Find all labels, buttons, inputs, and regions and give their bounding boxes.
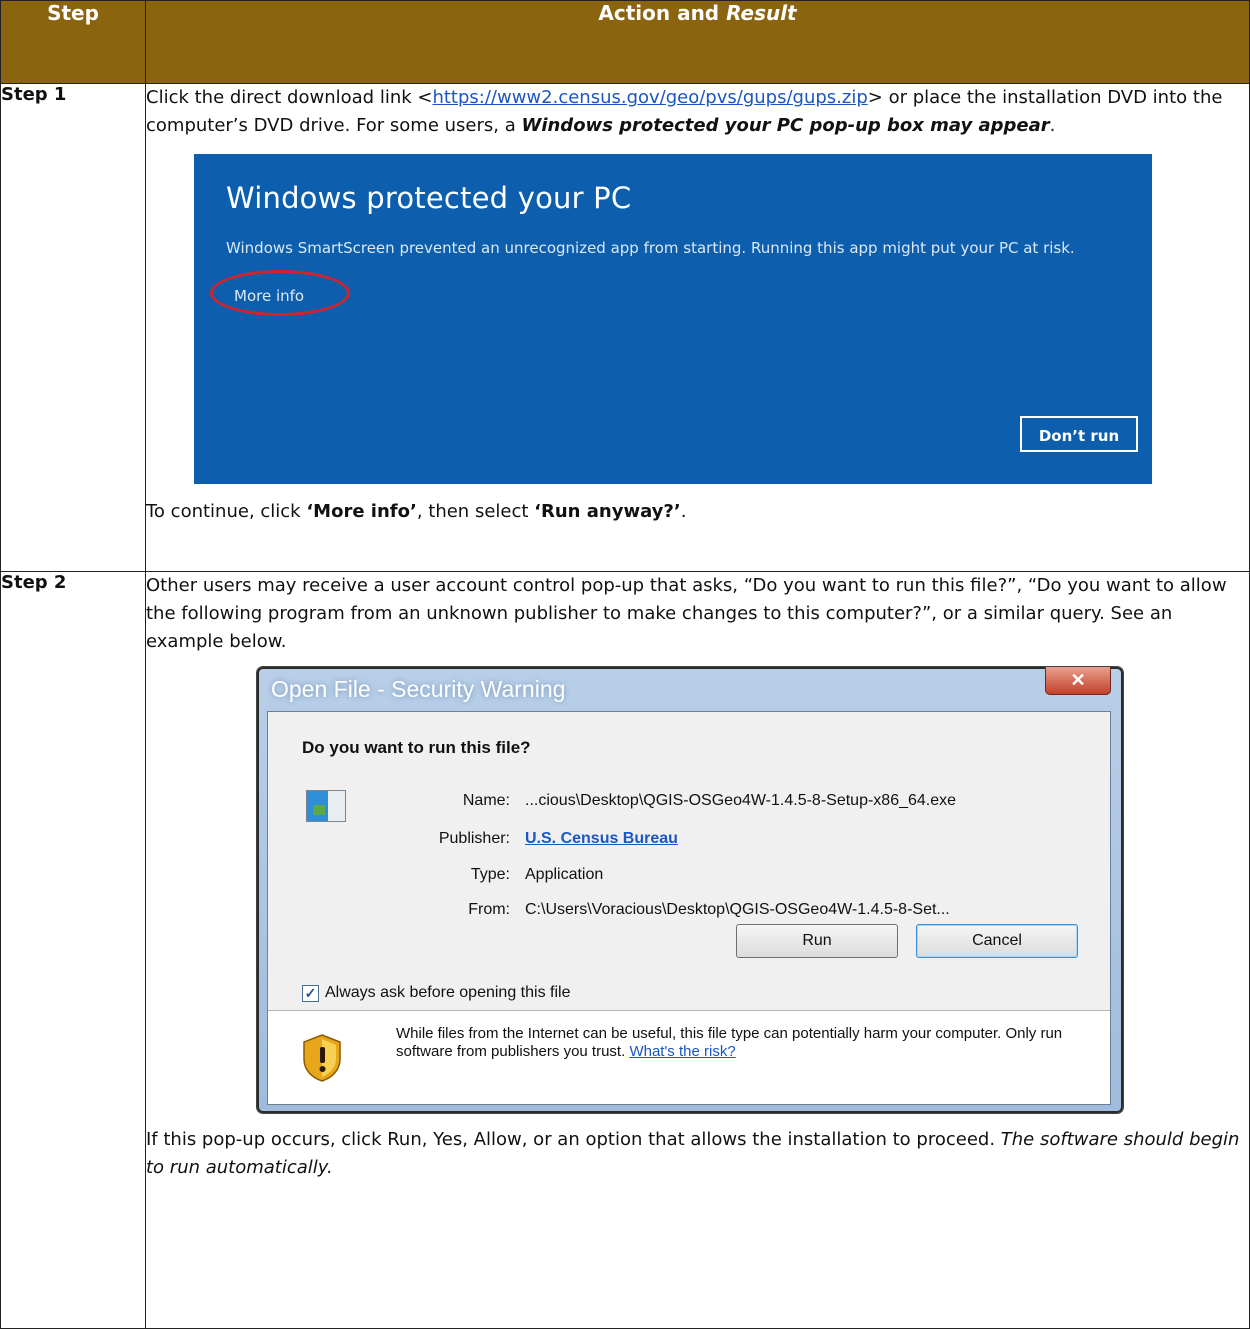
always-ask-label: Always ask before opening this file (325, 984, 571, 1001)
field-type-label: Type: (470, 866, 510, 883)
smartscreen-dialog: Windows protected your PC Windows SmartS… (194, 154, 1152, 484)
header-action: Action and Result (145, 0, 1250, 84)
header-step: Step (0, 0, 146, 84)
header-action-italic: Result (726, 1, 797, 25)
close-icon[interactable]: ✕ (1045, 667, 1111, 695)
field-type-value: Application (525, 866, 604, 883)
continue-text-a: To continue, click (146, 501, 307, 522)
step1-text-c: . (1049, 115, 1056, 136)
step1-action: Click the direct download link <https://… (145, 83, 1250, 572)
smartscreen-message: Windows SmartScreen prevented an unrecog… (226, 239, 1075, 257)
security-warning-title: Open File - Security Warning (271, 676, 566, 702)
security-warning-body: Do you want to run this file? Name: ...c… (267, 711, 1111, 1105)
warning-area: While files from the Internet can be use… (268, 1011, 1110, 1104)
field-from-label: From: (468, 901, 510, 918)
header-row: Step Action and Result (0, 0, 1250, 84)
step1-paragraph: Click the direct download link <https://… (146, 84, 1249, 140)
step2-action: Other users may receive a user account c… (145, 571, 1250, 1329)
step1-emphasis: Windows protected your PC pop-up box may… (521, 115, 1050, 136)
continue-run-anyway: ‘Run anyway?’ (534, 501, 681, 522)
header-action-text: Action and (598, 1, 727, 25)
step2-row: Step 2 Other users may receive a user ac… (0, 571, 1250, 1329)
more-info-link[interactable]: More info (234, 282, 304, 310)
step1-continue: To continue, click ‘More info’, then sel… (146, 498, 1249, 526)
run-button[interactable]: Run (736, 924, 898, 958)
shield-warning-icon (303, 1034, 341, 1082)
whats-the-risk-link[interactable]: What's the risk? (629, 1043, 735, 1060)
step1-label: Step 1 (0, 83, 146, 572)
step2-paragraph: Other users may receive a user account c… (146, 575, 1227, 652)
security-warning-dialog: Open File - Security Warning ✕ Do you wa… (256, 666, 1124, 1114)
continue-text-c: . (680, 501, 687, 522)
step1-text-a: Click the direct download link < (146, 87, 433, 108)
security-question: Do you want to run this file? (302, 738, 531, 757)
download-link[interactable]: https://www2.census.gov/geo/pvs/gups/gup… (432, 87, 867, 108)
field-name-value: ...cious\Desktop\QGIS-OSGeo4W-1.4.5-8-Se… (525, 792, 957, 809)
steps-table: Step Action and Result Step 1 Click the … (0, 0, 1250, 1329)
step2-label: Step 2 (0, 571, 146, 1329)
continue-more-info: ‘More info’ (306, 501, 417, 522)
field-name-label: Name: (462, 792, 510, 809)
field-publisher-label: Publisher: (438, 830, 510, 847)
cancel-button[interactable]: Cancel (916, 924, 1078, 958)
publisher-link[interactable]: U.S. Census Bureau (525, 825, 678, 853)
continue-text-b: , then select (416, 501, 535, 522)
checkbox-checked-icon[interactable]: ✓ (302, 984, 319, 1002)
field-from-value: C:\Users\Voracious\Desktop\QGIS-OSGeo4W-… (525, 901, 950, 918)
always-ask-checkbox-row[interactable]: ✓ Always ask before opening this file (302, 979, 570, 1007)
dont-run-button[interactable]: Don’t run (1020, 416, 1138, 452)
followup-text: If this pop-up occurs, click Run, Yes, A… (146, 1129, 1001, 1150)
step1-row: Step 1 Click the direct download link <h… (0, 83, 1250, 572)
warning-text: While files from the Internet can be use… (396, 1025, 1076, 1061)
application-icon (306, 790, 346, 822)
smartscreen-title: Windows protected your PC (226, 181, 632, 215)
step2-followup: If this pop-up occurs, click Run, Yes, A… (146, 1126, 1249, 1182)
